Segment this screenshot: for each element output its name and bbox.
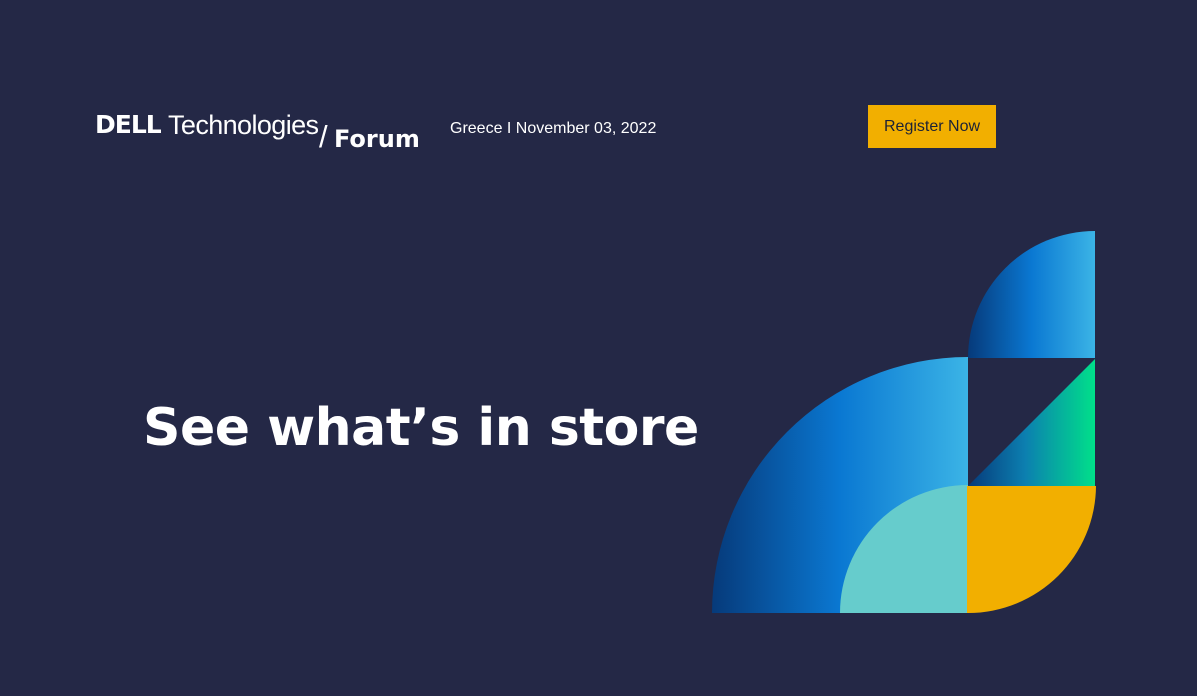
graphic-yellow-quarter (967, 486, 1096, 613)
logo-slash: / (319, 119, 328, 154)
hero-headline: See what’s in store (143, 398, 699, 458)
event-location-date: Greece I November 03, 2022 (450, 120, 657, 137)
dell-technologies-forum-logo: DELL Technologies / Forum (95, 108, 435, 156)
decorative-geometric-graphic (712, 231, 1096, 613)
register-now-button[interactable]: Register Now (868, 105, 996, 148)
graphic-top-blue-quarter (968, 231, 1095, 358)
graphic-green-triangle (968, 359, 1095, 486)
logo-forum-wordmark: Forum (334, 125, 420, 153)
logo-technologies-wordmark: Technologies (168, 110, 319, 140)
logo-dell-wordmark: DELL (95, 110, 162, 139)
